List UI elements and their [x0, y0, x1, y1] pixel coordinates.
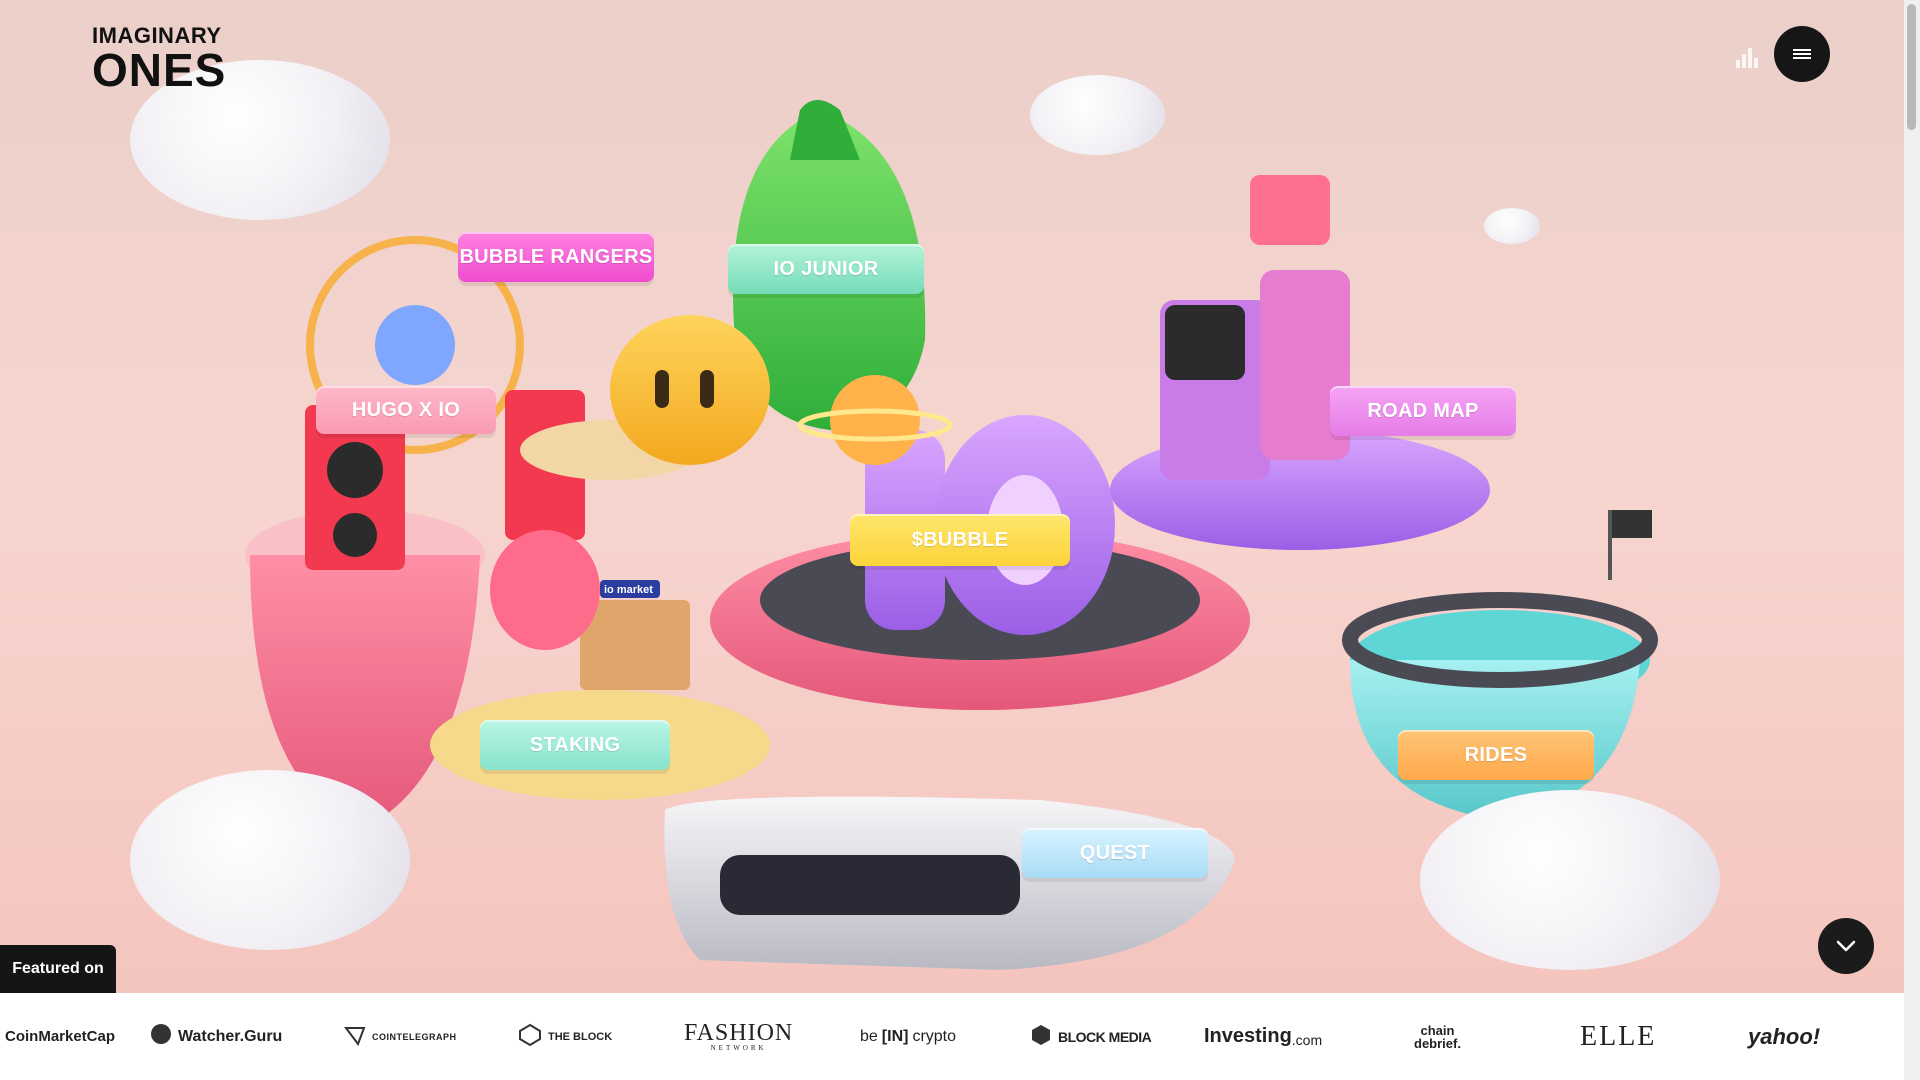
tag-staking[interactable]: STAKING: [480, 720, 670, 770]
press-investing[interactable]: Investing .com: [1204, 993, 1322, 1080]
tag-quest[interactable]: QUEST: [1022, 828, 1208, 878]
cloud: [1484, 208, 1540, 244]
press-logo-strip: CoinMarketCap Watcher.Guru COINTELEGRAPH…: [0, 993, 1904, 1080]
tag-bubble-token[interactable]: $BUBBLE: [850, 514, 1070, 566]
block-media-icon: [1030, 1024, 1052, 1049]
logo-line-2: ONES: [92, 44, 227, 96]
press-block-media[interactable]: BLOCK MEDIA: [1030, 993, 1152, 1080]
tag-rides[interactable]: RIDES: [1398, 730, 1594, 780]
the-block-icon: [518, 1023, 542, 1050]
press-yahoo[interactable]: yahoo!: [1748, 993, 1820, 1080]
scroll-down-button[interactable]: [1818, 918, 1874, 974]
market-sign: io market: [604, 584, 653, 596]
scrollbar-track[interactable]: [1904, 0, 1920, 1080]
planet: [830, 375, 920, 465]
island-scene: io market BUBBLE RANGERS IO JUNIOR HUGO …: [0, 0, 1900, 990]
press-chain-debrief[interactable]: chain debrief.: [1414, 993, 1461, 1080]
robot-face: [1165, 305, 1245, 380]
io-market: [580, 600, 690, 690]
press-coinmarketcap[interactable]: CoinMarketCap: [5, 993, 115, 1080]
pink-bear: [490, 530, 600, 650]
brand-logo[interactable]: IMAGINARY ONES: [92, 24, 227, 96]
chevron-down-icon: [1836, 940, 1856, 952]
press-fashion-network[interactable]: FASHION NETWORK: [684, 993, 793, 1080]
menu-button[interactable]: [1774, 26, 1830, 82]
press-elle[interactable]: ELLE: [1580, 993, 1656, 1080]
cloud: [130, 770, 410, 950]
cointelegraph-icon: [344, 1026, 366, 1048]
tag-road-map[interactable]: ROAD MAP: [1330, 386, 1516, 436]
press-be-in-crypto[interactable]: be [IN] crypto: [860, 993, 956, 1080]
robot-head: [1250, 175, 1330, 245]
sound-bars-icon[interactable]: [1734, 42, 1762, 70]
cloud: [1420, 790, 1720, 970]
tag-hugo-x-io[interactable]: HUGO X IO: [316, 386, 496, 434]
press-the-block[interactable]: THE BLOCK: [518, 993, 612, 1080]
featured-on-label: Featured on: [0, 945, 116, 993]
hamburger-menu-icon: [1793, 47, 1811, 61]
watcher-guru-icon: [150, 1023, 172, 1050]
ferris-hub: [375, 305, 455, 385]
yellow-character: [610, 315, 770, 465]
press-watcher-guru[interactable]: Watcher.Guru: [150, 993, 282, 1080]
tag-io-junior[interactable]: IO JUNIOR: [728, 244, 924, 294]
cloud: [1030, 75, 1165, 155]
scrollbar-thumb[interactable]: [1907, 4, 1916, 130]
tag-bubble-rangers[interactable]: BUBBLE RANGERS: [458, 232, 654, 282]
press-cointelegraph[interactable]: COINTELEGRAPH: [344, 993, 457, 1080]
